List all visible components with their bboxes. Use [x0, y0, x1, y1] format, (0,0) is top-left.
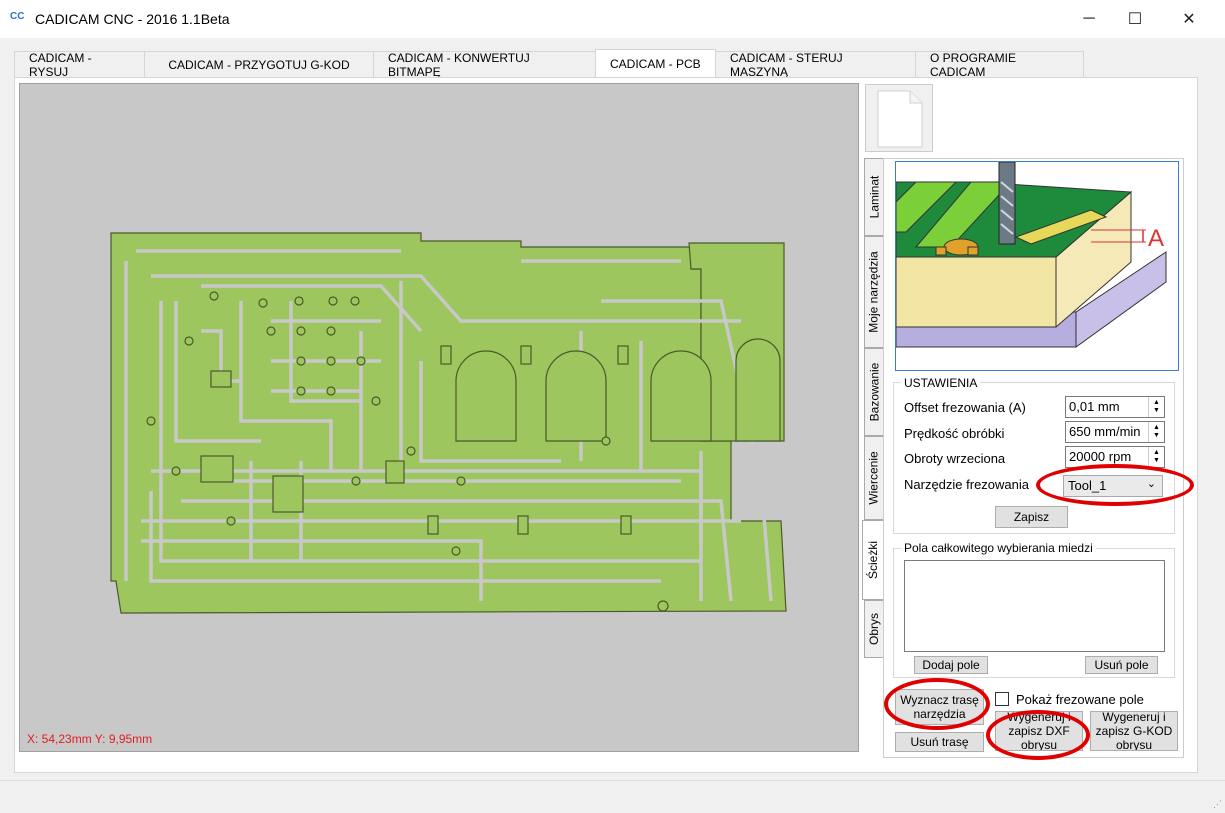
file-preview[interactable]	[865, 84, 933, 152]
milling-illustration: A	[895, 161, 1179, 371]
remove-field-button[interactable]: Usuń pole	[1085, 656, 1158, 674]
settings-title: USTAWIENIA	[901, 376, 981, 390]
show-milled-checkbox[interactable]	[995, 692, 1009, 706]
tab-rysuj[interactable]: CADICAM - RYSUJ	[14, 51, 145, 79]
close-button[interactable]: ✕	[1166, 0, 1212, 38]
vtab-sciezki[interactable]: Ścieżki	[862, 520, 884, 600]
main-tabs: CADICAM - RYSUJ CADICAM - PRZYGOTUJ G-KO…	[14, 49, 1084, 79]
speed-label: Prędkość obróbki	[904, 426, 1005, 441]
tab-steruj-maszyna[interactable]: CADICAM - STERUJ MASZYNĄ	[715, 51, 916, 79]
speed-spinner-arrows[interactable]: ▲ ▼	[1148, 422, 1164, 442]
chevron-down-icon: ⌄	[1146, 478, 1156, 490]
title-bar: CC CADICAM CNC - 2016 1.1Beta ─ ☐ ✕	[0, 0, 1225, 38]
cursor-coordinates: X: 54,23mm Y: 9,95mm	[27, 732, 153, 746]
generate-gcode-button[interactable]: Wygeneruj i zapisz G-KOD obrysu	[1090, 711, 1178, 751]
tool-label: Narzędzie frezowania	[904, 477, 1030, 492]
trace-path-button[interactable]: Wyznacz trasę narzędzia	[895, 689, 984, 725]
minimize-button[interactable]: ─	[1066, 0, 1112, 38]
copper-fields-title: Pola całkowitego wybierania miedzi	[901, 541, 1096, 555]
pcb-milling-diagram: A	[896, 162, 1167, 348]
show-milled-label: Pokaż frezowane pole	[1016, 692, 1144, 707]
speed-field[interactable]: 650 mm/min ▲ ▼	[1065, 421, 1165, 443]
resize-grip-icon[interactable]: ⋰	[1213, 799, 1222, 810]
window-title: CADICAM CNC - 2016 1.1Beta	[35, 11, 230, 27]
tool-select[interactable]: Tool_1 ⌄	[1063, 475, 1163, 497]
rpm-label: Obroty wrzeciona	[904, 451, 1006, 466]
offset-spinner-arrows[interactable]: ▲ ▼	[1148, 397, 1164, 417]
vtab-obrys[interactable]: Obrys	[864, 600, 884, 658]
vtab-wiercenie[interactable]: Wiercenie	[864, 436, 884, 520]
remove-path-button[interactable]: Usuń trasę	[895, 732, 984, 752]
maximize-button[interactable]: ☐	[1112, 0, 1158, 38]
status-bar: ⋰	[0, 780, 1225, 813]
offset-label: Offset frezowania (A)	[904, 400, 1026, 415]
dimension-label: A	[1148, 225, 1164, 252]
pcb-canvas[interactable]: X: 54,23mm Y: 9,95mm	[19, 83, 859, 752]
tab-o-programie[interactable]: O PROGRAMIE CADICAM	[915, 51, 1084, 79]
save-button[interactable]: Zapisz	[995, 506, 1068, 528]
vtab-bazowanie[interactable]: Bazowanie	[864, 348, 884, 436]
rpm-field[interactable]: 20000 rpm ▲ ▼	[1065, 446, 1165, 468]
add-field-button[interactable]: Dodaj pole	[914, 656, 988, 674]
tab-konwertuj-bitmape[interactable]: CADICAM - KONWERTUJ BITMAPĘ	[373, 51, 596, 79]
vtab-laminat[interactable]: Laminat	[864, 158, 884, 236]
generate-dxf-button[interactable]: Wygeneruj i zapisz DXF obrysu	[995, 711, 1083, 751]
rpm-spinner-arrows[interactable]: ▲ ▼	[1148, 447, 1164, 467]
app-icon: CC	[10, 11, 25, 22]
tab-pcb[interactable]: CADICAM - PCB	[595, 49, 716, 77]
pcb-board	[110, 232, 787, 614]
tab-przygotuj-gkod[interactable]: CADICAM - PRZYGOTUJ G-KOD	[144, 51, 374, 77]
offset-field[interactable]: 0,01 mm ▲ ▼	[1065, 396, 1165, 418]
document-icon	[877, 90, 923, 148]
vtab-moje-narzedzia[interactable]: Moje narzędzia	[864, 236, 884, 348]
copper-fields-list[interactable]	[904, 560, 1165, 652]
